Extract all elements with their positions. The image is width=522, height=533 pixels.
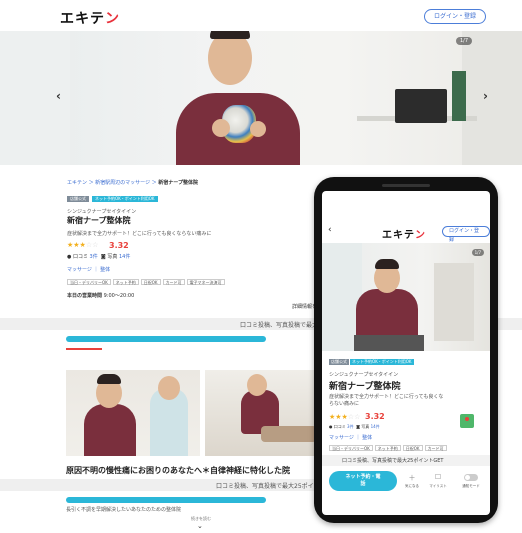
back-icon[interactable]: ‹	[328, 225, 332, 235]
mobile-review-photo-counts: ● 口コミ 3件 ◙ 写真 14件	[329, 424, 380, 429]
category-links: マッサージ ｜ 整体	[67, 267, 111, 273]
phone-speaker	[382, 184, 430, 187]
carousel-next-icon[interactable]: ›	[483, 89, 488, 103]
camera-icon: ◙	[100, 254, 106, 260]
phone-screen: ‹ エキテン ログイン・登録 1/7 店舗公式 ネット予約OK・ポイント利用OK…	[322, 191, 490, 515]
monitor-image	[395, 89, 447, 123]
photo-count-link[interactable]: 14件	[119, 254, 130, 260]
feature-chip: 日祝OK	[402, 445, 423, 451]
mobile-official-badge: 店舗公式	[329, 359, 349, 365]
mobile-shop-catchphrase: 症状解決まで全力サポート！どこに行っても良くならない痛みに	[329, 394, 444, 407]
rating-score: 3.32	[109, 241, 129, 250]
notify-label: 通知モード	[462, 484, 480, 488]
phone-mockup: ‹ エキテン ログイン・登録 1/7 店舗公式 ネット予約OK・ポイント利用OK…	[314, 177, 498, 523]
camera-icon: ◙	[356, 424, 361, 429]
mobile-category-links: マッサージ ｜ 整体	[329, 435, 373, 441]
mobile-login-button[interactable]: ログイン・登録	[442, 226, 490, 243]
section-title: 原因不明の慢性痛にお困りのあなたへ＊自律神経に特化した院	[66, 466, 290, 475]
feature-chip: 当日・デリバリーOK	[67, 279, 111, 285]
breadcrumb-link[interactable]: エキテン ＞ 新宿駅周辺のマッサージ ＞	[67, 180, 157, 186]
feature-chip: カード可	[162, 279, 185, 285]
favorite-label: 気になる	[405, 484, 419, 488]
breadcrumb-current: 新宿ナープ整体院	[158, 180, 198, 186]
breadcrumb: エキテン ＞ 新宿駅周辺のマッサージ ＞ 新宿ナープ整体院	[67, 179, 198, 186]
category-massage-link[interactable]: マッサージ	[67, 267, 92, 273]
mobile-feature-chips: 当日・デリバリーOK ネット予約 日祝OK カード可	[329, 445, 449, 451]
treatment-photo-2[interactable]	[205, 370, 317, 456]
hero-carousel[interactable]: ‹ › 1/7	[0, 31, 522, 165]
carousel-counter: 1/7	[455, 37, 472, 45]
category-seitai-link[interactable]: 整体	[100, 267, 110, 273]
chevron-down-icon[interactable]: ⌄	[197, 522, 203, 530]
tab-indicator	[66, 348, 102, 350]
shop-title: 新宿ナープ整体院	[67, 216, 131, 225]
feature-chip: ネット予約	[374, 445, 401, 451]
mobile-net-reserve-badge: ネット予約OK・ポイント利用OK	[350, 359, 414, 365]
business-hours: 本日の営業時間 9:00〜20:00	[67, 293, 135, 299]
review-photo-counts: ● 口コミ 3件 ◙ 写真 14件	[67, 254, 131, 260]
mobile-site-logo[interactable]: エキテン	[382, 226, 426, 241]
mobile-points-banner-text: 口コミ投稿、写真投稿で最大25ポイントGET	[342, 458, 444, 464]
notify-toggle[interactable]	[464, 474, 478, 481]
bookmark-icon[interactable]: ☐	[428, 473, 448, 481]
site-logo[interactable]: エキテン	[60, 8, 120, 28]
feature-chips: 当日・デリバリーOK ネット予約 日祝OK カード可 電子マネー決済可	[67, 279, 227, 285]
site-header: エキテン ログイン・登録	[0, 0, 522, 32]
shop-catchphrase: 症状解決まで全力サポート！どこに行っても良くならない痛みに	[67, 231, 212, 237]
shop-kana-name: シンジュクナープセイタイイン	[67, 209, 137, 215]
feature-chip: 日祝OK	[140, 279, 161, 285]
rating-stars: ★★★☆☆	[67, 241, 99, 249]
net-reserve-badge: ネット予約OK・ポイント利用OK	[92, 196, 158, 202]
feature-chip: 電子マネー決済可	[186, 279, 225, 285]
points-banner-2-text: 口コミ投稿、写真投稿で最大25ポイント	[216, 483, 326, 490]
mobile-rating-stars: ★★★☆☆	[329, 413, 361, 421]
login-button[interactable]: ログイン・登録	[423, 9, 486, 24]
reserve-button[interactable]	[66, 336, 266, 342]
mobile-reserve-call-button[interactable]: ネット予約・電 話	[329, 471, 397, 491]
section-description: 長引く不調を早期解決したいあなたのための整体院	[66, 507, 182, 513]
mylist-label: マイリスト	[429, 484, 447, 488]
map-icon[interactable]	[460, 414, 474, 428]
feature-chip: カード可	[424, 445, 447, 451]
official-badge: 店舗公式	[67, 196, 89, 202]
mobile-hero-photo[interactable]: 1/7	[322, 243, 490, 351]
feature-chip: ネット予約	[112, 279, 139, 285]
review-count-link[interactable]: 3件	[90, 254, 98, 260]
mobile-shop-title: 新宿ナープ整体院	[329, 382, 401, 392]
carousel-prev-icon[interactable]: ‹	[56, 89, 61, 103]
plus-icon[interactable]: ＋	[402, 473, 422, 483]
mobile-rating-score: 3.32	[365, 412, 385, 421]
treatment-photo-1[interactable]	[66, 370, 200, 456]
reserve-button-2[interactable]	[66, 497, 266, 503]
feature-chip: 当日・デリバリーOK	[329, 445, 373, 451]
mobile-shop-kana-name: シンジュクナープセイタイイン	[329, 372, 399, 378]
mobile-carousel-counter: 1/7	[471, 249, 484, 256]
